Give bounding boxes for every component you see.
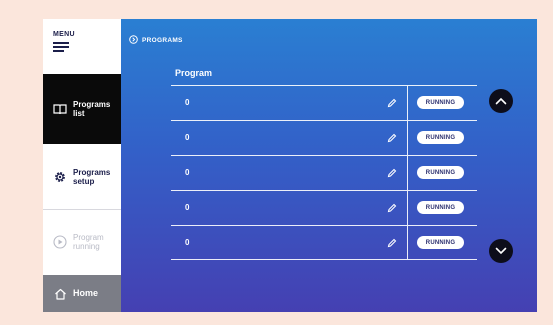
table-row[interactable]: 0 RUNNING: [171, 155, 477, 190]
menu-label: MENU: [53, 31, 75, 38]
row-divider: [407, 191, 408, 225]
pencil-icon[interactable]: [386, 236, 398, 248]
status-badge: RUNNING: [417, 131, 464, 144]
row-divider: [407, 156, 408, 190]
column-header-program: Program: [175, 68, 213, 78]
sidebar-divider: [43, 209, 121, 210]
chevron-down-icon: [495, 247, 507, 255]
device-screen: MENU Programs list Programs setup Progra…: [43, 19, 537, 312]
sidebar: MENU Programs list Programs setup Progra…: [43, 19, 129, 312]
pencil-icon[interactable]: [386, 201, 398, 213]
gear-icon: [53, 170, 67, 184]
table-row[interactable]: 0 RUNNING: [171, 120, 477, 155]
play-circle-icon: [53, 235, 67, 249]
sidebar-item-program-running[interactable]: Program running: [43, 211, 121, 273]
back-circle-icon: [129, 31, 138, 49]
row-divider: [407, 226, 408, 259]
home-icon: [53, 287, 67, 301]
sidebar-item-label: Programs setup: [73, 167, 111, 186]
menu-button[interactable]: MENU: [53, 31, 93, 61]
program-value: 0: [185, 238, 190, 247]
sidebar-item-programs-setup[interactable]: Programs setup: [43, 144, 121, 209]
table-row[interactable]: 0 RUNNING: [171, 190, 477, 225]
main-panel: PROGRAMS Program 0 RUNNING 0 RUNNING 0 R…: [121, 19, 537, 312]
status-badge: RUNNING: [417, 201, 464, 214]
program-value: 0: [185, 203, 190, 212]
status-badge: RUNNING: [417, 166, 464, 179]
book-icon: [53, 102, 67, 116]
chevron-up-icon: [495, 97, 507, 105]
scroll-up-button[interactable]: [489, 89, 513, 113]
table-row[interactable]: 0 RUNNING: [171, 225, 477, 260]
pencil-icon[interactable]: [386, 96, 398, 108]
breadcrumb-label: PROGRAMS: [142, 36, 183, 44]
sidebar-item-programs-list[interactable]: Programs list: [43, 74, 129, 144]
program-value: 0: [185, 133, 190, 142]
program-value: 0: [185, 98, 190, 107]
row-divider: [407, 86, 408, 120]
pencil-icon[interactable]: [386, 166, 398, 178]
pencil-icon[interactable]: [386, 131, 398, 143]
sidebar-item-label: Home: [73, 288, 99, 298]
status-badge: RUNNING: [417, 236, 464, 249]
sidebar-item-label: Programs list: [73, 100, 111, 118]
program-value: 0: [185, 168, 190, 177]
sidebar-item-label: Program running: [73, 233, 104, 251]
row-divider: [407, 121, 408, 155]
programs-table: 0 RUNNING 0 RUNNING 0 RUNNING 0 RUNNING …: [171, 85, 477, 260]
table-row[interactable]: 0 RUNNING: [171, 85, 477, 120]
scroll-down-button[interactable]: [489, 239, 513, 263]
sidebar-item-home[interactable]: Home: [43, 275, 121, 312]
status-badge: RUNNING: [417, 96, 464, 109]
hamburger-icon: [53, 42, 69, 52]
breadcrumb[interactable]: PROGRAMS: [129, 31, 183, 49]
